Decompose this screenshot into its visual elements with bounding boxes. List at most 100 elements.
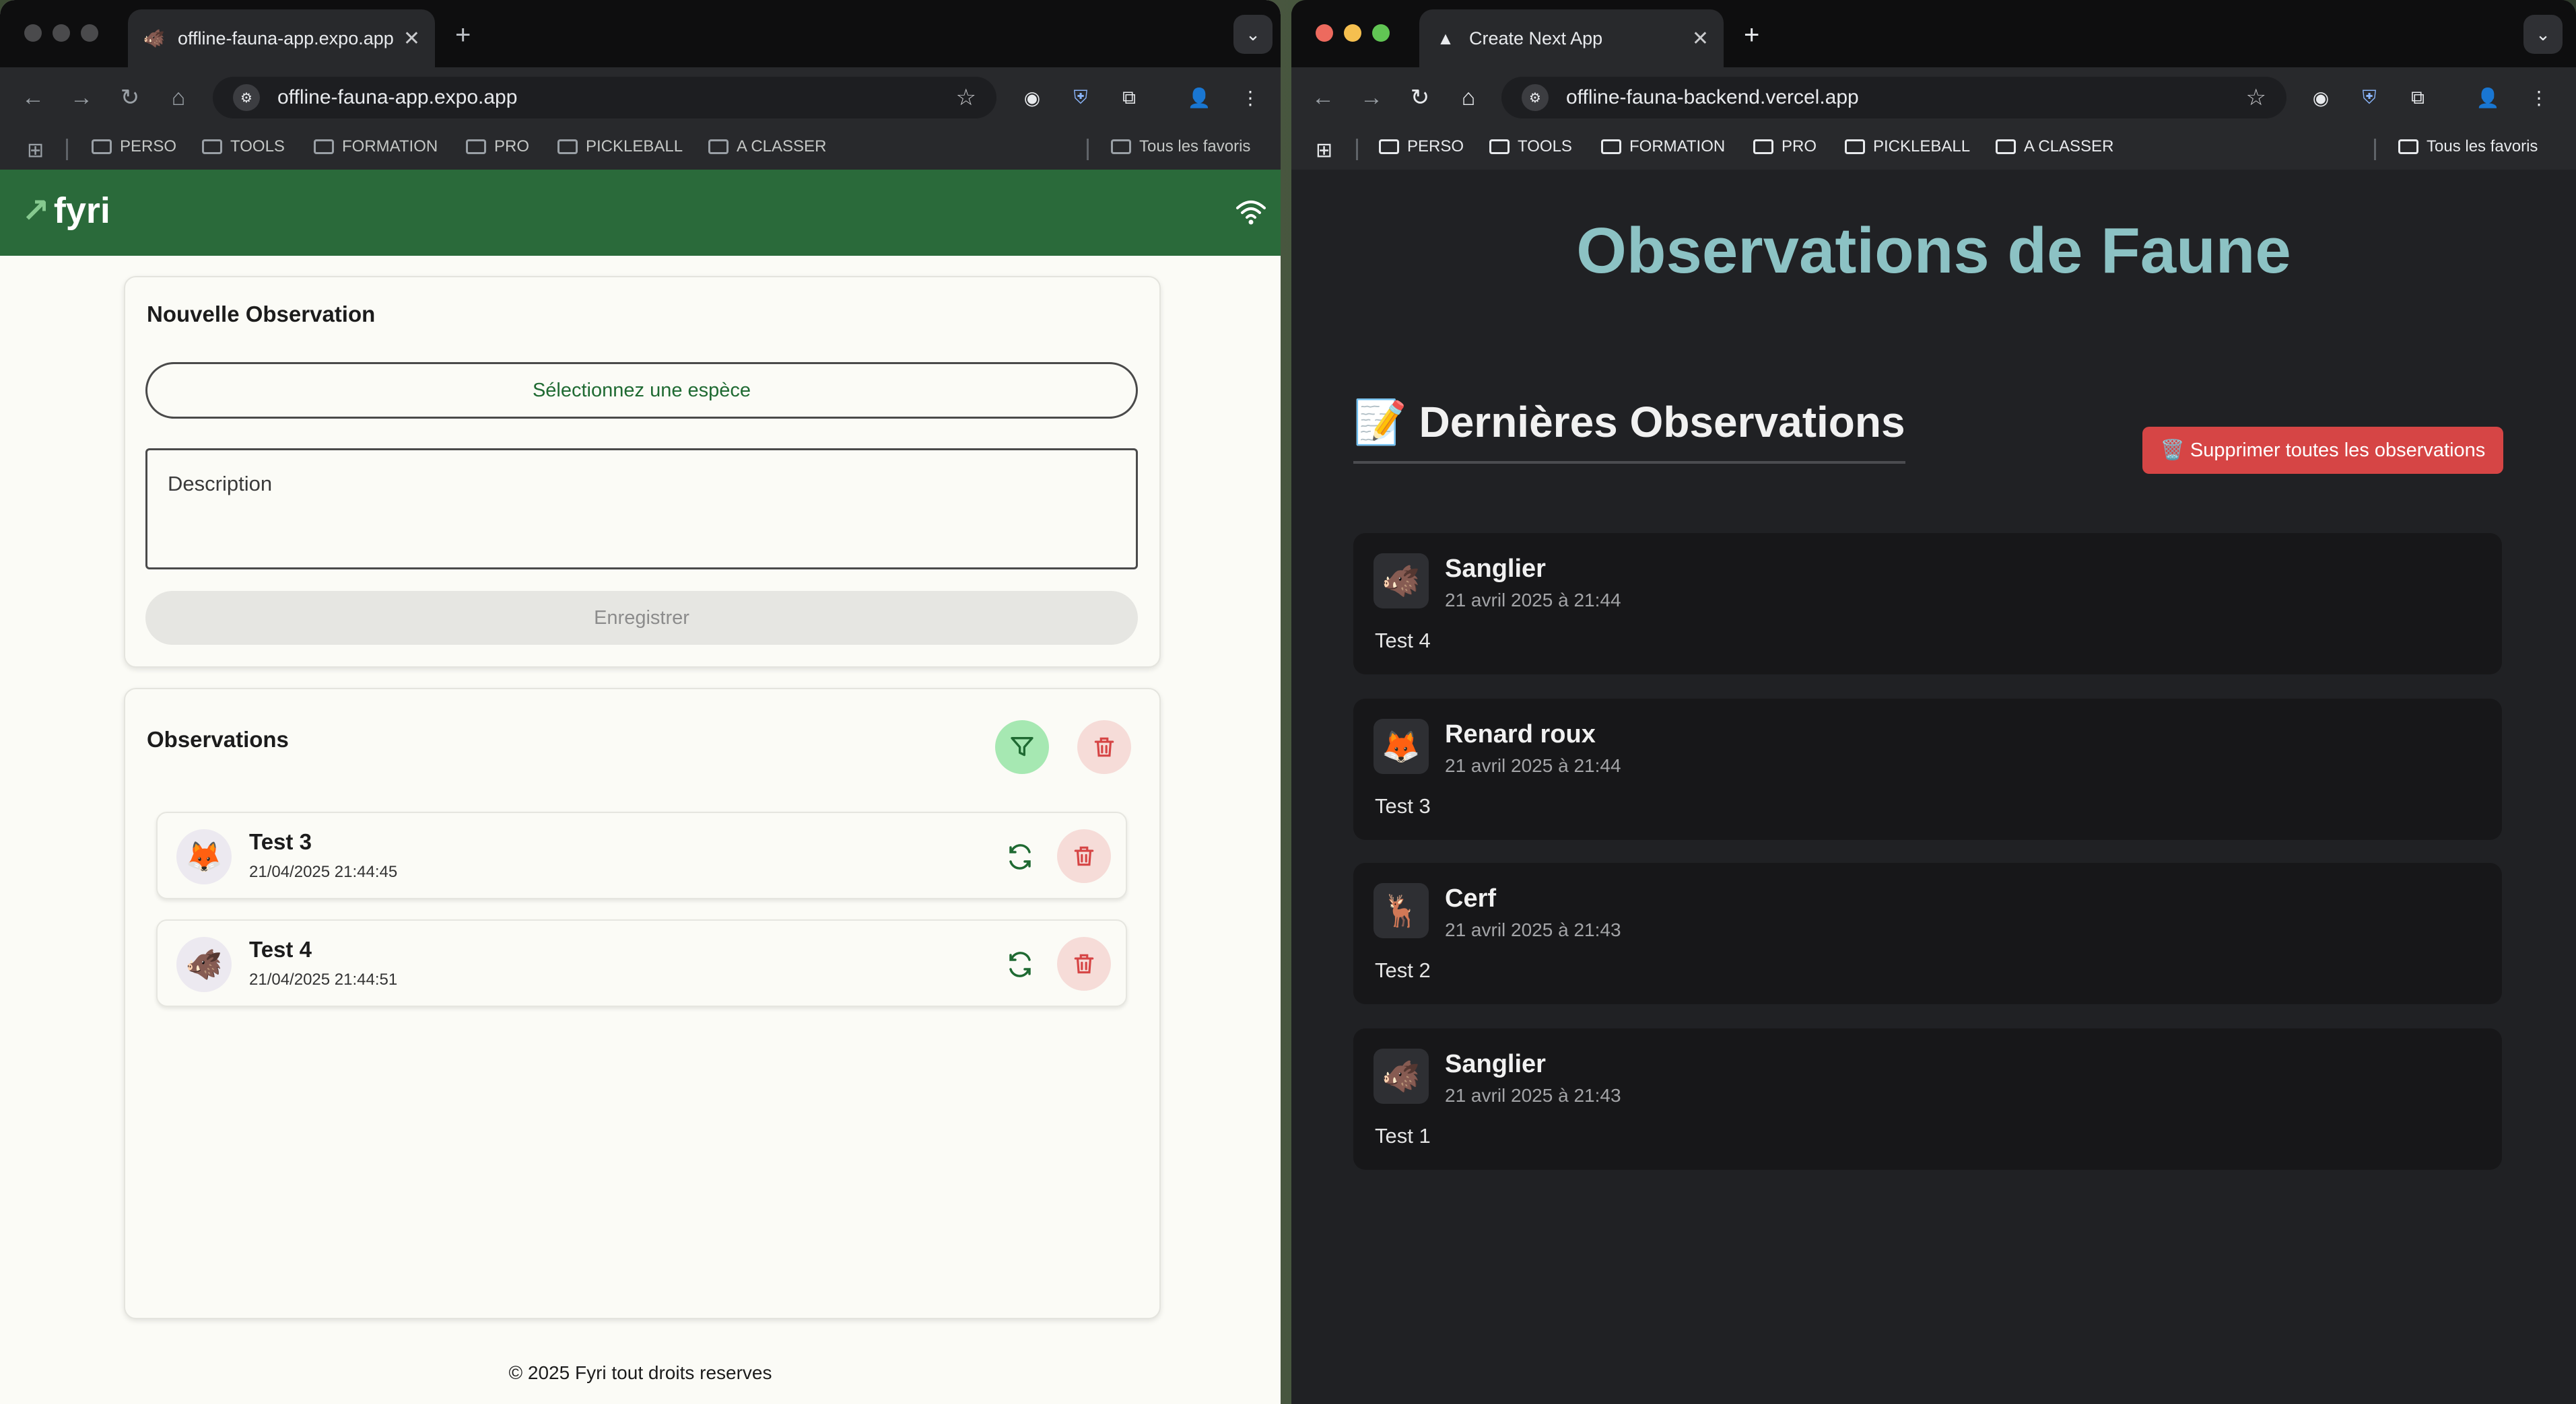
zoom-window-button[interactable] [81, 24, 98, 42]
bookmark-formation[interactable]: FORMATION [314, 137, 438, 156]
site-info-icon[interactable]: ⚙ [233, 84, 260, 111]
delete-all-observations-button[interactable]: 🗑️ Supprimer toutes les observations [2142, 427, 2503, 474]
nextjs-favicon-icon: ▲ [1437, 28, 1454, 48]
tab-active[interactable]: 🐗 offline-fauna-app.expo.app ✕ [128, 9, 435, 67]
page-title: Observations de Faune [1576, 215, 2291, 287]
site-favicon-icon: 🐗 [143, 28, 166, 48]
folder-icon [557, 139, 578, 154]
profile-avatar[interactable]: 👤 [2474, 83, 2502, 112]
row-date: 21/04/2025 21:44:45 [249, 863, 398, 881]
bookmark-formation[interactable]: FORMATION [1601, 137, 1725, 156]
list-item[interactable]: 🐗 Test 4 21/04/2025 21:44:51 [156, 919, 1127, 1007]
close-window-button[interactable] [24, 24, 42, 42]
bookmark-pickleball[interactable]: PICKLEBALL [557, 137, 683, 156]
profile-avatar[interactable]: 👤 [1185, 83, 1213, 112]
minimize-window-button[interactable] [53, 24, 70, 42]
bookmark-all[interactable]: Tous les favoris [1111, 137, 1250, 156]
extensions-puzzle-icon[interactable]: ⧉ [2404, 83, 2432, 112]
apps-grid-icon[interactable]: ⊞ [1316, 139, 1332, 162]
site-info-icon[interactable]: ⚙ [1522, 84, 1549, 111]
back-icon[interactable]: ← [18, 82, 48, 113]
home-icon[interactable]: ⌂ [1453, 82, 1484, 113]
apps-grid-icon[interactable]: ⊞ [27, 139, 44, 162]
folder-icon [466, 139, 486, 154]
filter-button[interactable] [995, 720, 1049, 774]
app-logo: ↗ fyri [22, 190, 110, 231]
browser-window-left: 🐗 offline-fauna-app.expo.app ✕ + ⌄ ← → ↻… [0, 0, 1281, 1404]
reload-icon[interactable]: ↻ [114, 82, 145, 113]
back-icon[interactable]: ← [1308, 82, 1338, 113]
folder-icon [202, 139, 222, 154]
bookmark-a-classer[interactable]: A CLASSER [708, 137, 826, 156]
trash-icon [1074, 954, 1094, 974]
bitwarden-icon[interactable]: ⛨ [2355, 83, 2383, 112]
extension-icon[interactable]: ◉ [2307, 83, 2335, 112]
row-title: Test 4 [249, 937, 312, 962]
bookmark-tools[interactable]: TOOLS [202, 137, 285, 156]
address-bar[interactable]: ⚙ offline-fauna-app.expo.app ☆ [213, 77, 996, 118]
observation-date: 21 avril 2025 à 21:43 [1445, 1085, 1621, 1106]
observation-text: Test 1 [1375, 1124, 1431, 1148]
observation-card: 🦊 Renard roux 21 avril 2025 à 21:44 Test… [1353, 699, 2502, 840]
observation-species: Sanglier [1445, 555, 1546, 583]
bookmark-all[interactable]: Tous les favoris [2398, 137, 2538, 156]
bookmark-separator [2374, 139, 2376, 160]
tab-search-button[interactable]: ⌄ [1233, 15, 1273, 54]
sync-icon [1009, 844, 1031, 870]
bookmark-star-icon[interactable]: ☆ [2246, 84, 2266, 111]
bookmark-star-icon[interactable]: ☆ [956, 84, 976, 111]
species-select-button[interactable]: Sélectionnez une espèce [145, 362, 1138, 419]
trash-icon [1094, 737, 1114, 757]
wifi-icon [1235, 197, 1267, 233]
bookmark-pro[interactable]: PRO [466, 137, 529, 156]
bookmark-pickleball[interactable]: PICKLEBALL [1845, 137, 1970, 156]
browser-toolbar: ← → ↻ ⌂ ⚙ offline-fauna-backend.vercel.a… [1291, 67, 2576, 128]
close-tab-icon[interactable]: ✕ [403, 27, 420, 50]
tab-title: Create Next App [1469, 28, 1603, 48]
bookmark-separator [1356, 139, 1358, 160]
fox-icon: 🦊 [1374, 719, 1429, 774]
save-button[interactable]: Enregistrer [145, 591, 1138, 645]
browser-toolbar: ← → ↻ ⌂ ⚙ offline-fauna-app.expo.app ☆ ◉… [0, 67, 1281, 128]
description-input[interactable]: Description [145, 448, 1138, 569]
extensions-puzzle-icon[interactable]: ⧉ [1115, 83, 1143, 112]
reload-icon[interactable]: ↻ [1404, 82, 1435, 113]
browser-menu-icon[interactable]: ⋮ [1236, 83, 1264, 112]
boar-icon: 🐗 [176, 937, 232, 992]
address-bar[interactable]: ⚙ offline-fauna-backend.vercel.app ☆ [1501, 77, 2286, 118]
close-window-button[interactable] [1316, 24, 1333, 42]
forward-icon[interactable]: → [66, 82, 97, 113]
delete-row-button[interactable] [1057, 937, 1111, 991]
url-text: offline-fauna-backend.vercel.app [1566, 86, 1859, 108]
bitwarden-icon[interactable]: ⛨ [1066, 83, 1095, 112]
delete-all-button[interactable] [1077, 720, 1131, 774]
window-controls [1316, 24, 1390, 42]
home-icon[interactable]: ⌂ [163, 82, 194, 113]
minimize-window-button[interactable] [1344, 24, 1361, 42]
bookmark-perso[interactable]: PERSO [1379, 137, 1464, 156]
bookmark-perso[interactable]: PERSO [92, 137, 176, 156]
delete-row-button[interactable] [1057, 829, 1111, 883]
bookmark-separator [66, 139, 68, 160]
list-item[interactable]: 🦊 Test 3 21/04/2025 21:44:45 [156, 812, 1127, 899]
sync-button[interactable] [996, 941, 1044, 988]
bookmarks-bar: ⊞ PERSO TOOLS FORMATION PRO PICKLEBALL A… [1291, 128, 2576, 170]
sync-button[interactable] [996, 833, 1044, 880]
tab-search-button[interactable]: ⌄ [2523, 15, 2563, 54]
browser-menu-icon[interactable]: ⋮ [2525, 83, 2553, 112]
close-tab-icon[interactable]: ✕ [1692, 27, 1709, 50]
new-tab-icon[interactable]: + [1744, 20, 1759, 50]
folder-icon [1601, 139, 1621, 154]
zoom-window-button[interactable] [1372, 24, 1390, 42]
bookmark-a-classer[interactable]: A CLASSER [1996, 137, 2113, 156]
folder-icon [1111, 139, 1131, 154]
extension-icon[interactable]: ◉ [1018, 83, 1046, 112]
observation-text: Test 2 [1375, 958, 1431, 982]
bookmark-separator [1087, 139, 1089, 160]
observation-card: 🦌 Cerf 21 avril 2025 à 21:43 Test 2 [1353, 863, 2502, 1004]
bookmark-pro[interactable]: PRO [1753, 137, 1817, 156]
forward-icon[interactable]: → [1356, 82, 1387, 113]
bookmark-tools[interactable]: TOOLS [1489, 137, 1572, 156]
tab-active[interactable]: ▲ Create Next App ✕ [1419, 9, 1724, 67]
new-tab-icon[interactable]: + [455, 20, 471, 50]
